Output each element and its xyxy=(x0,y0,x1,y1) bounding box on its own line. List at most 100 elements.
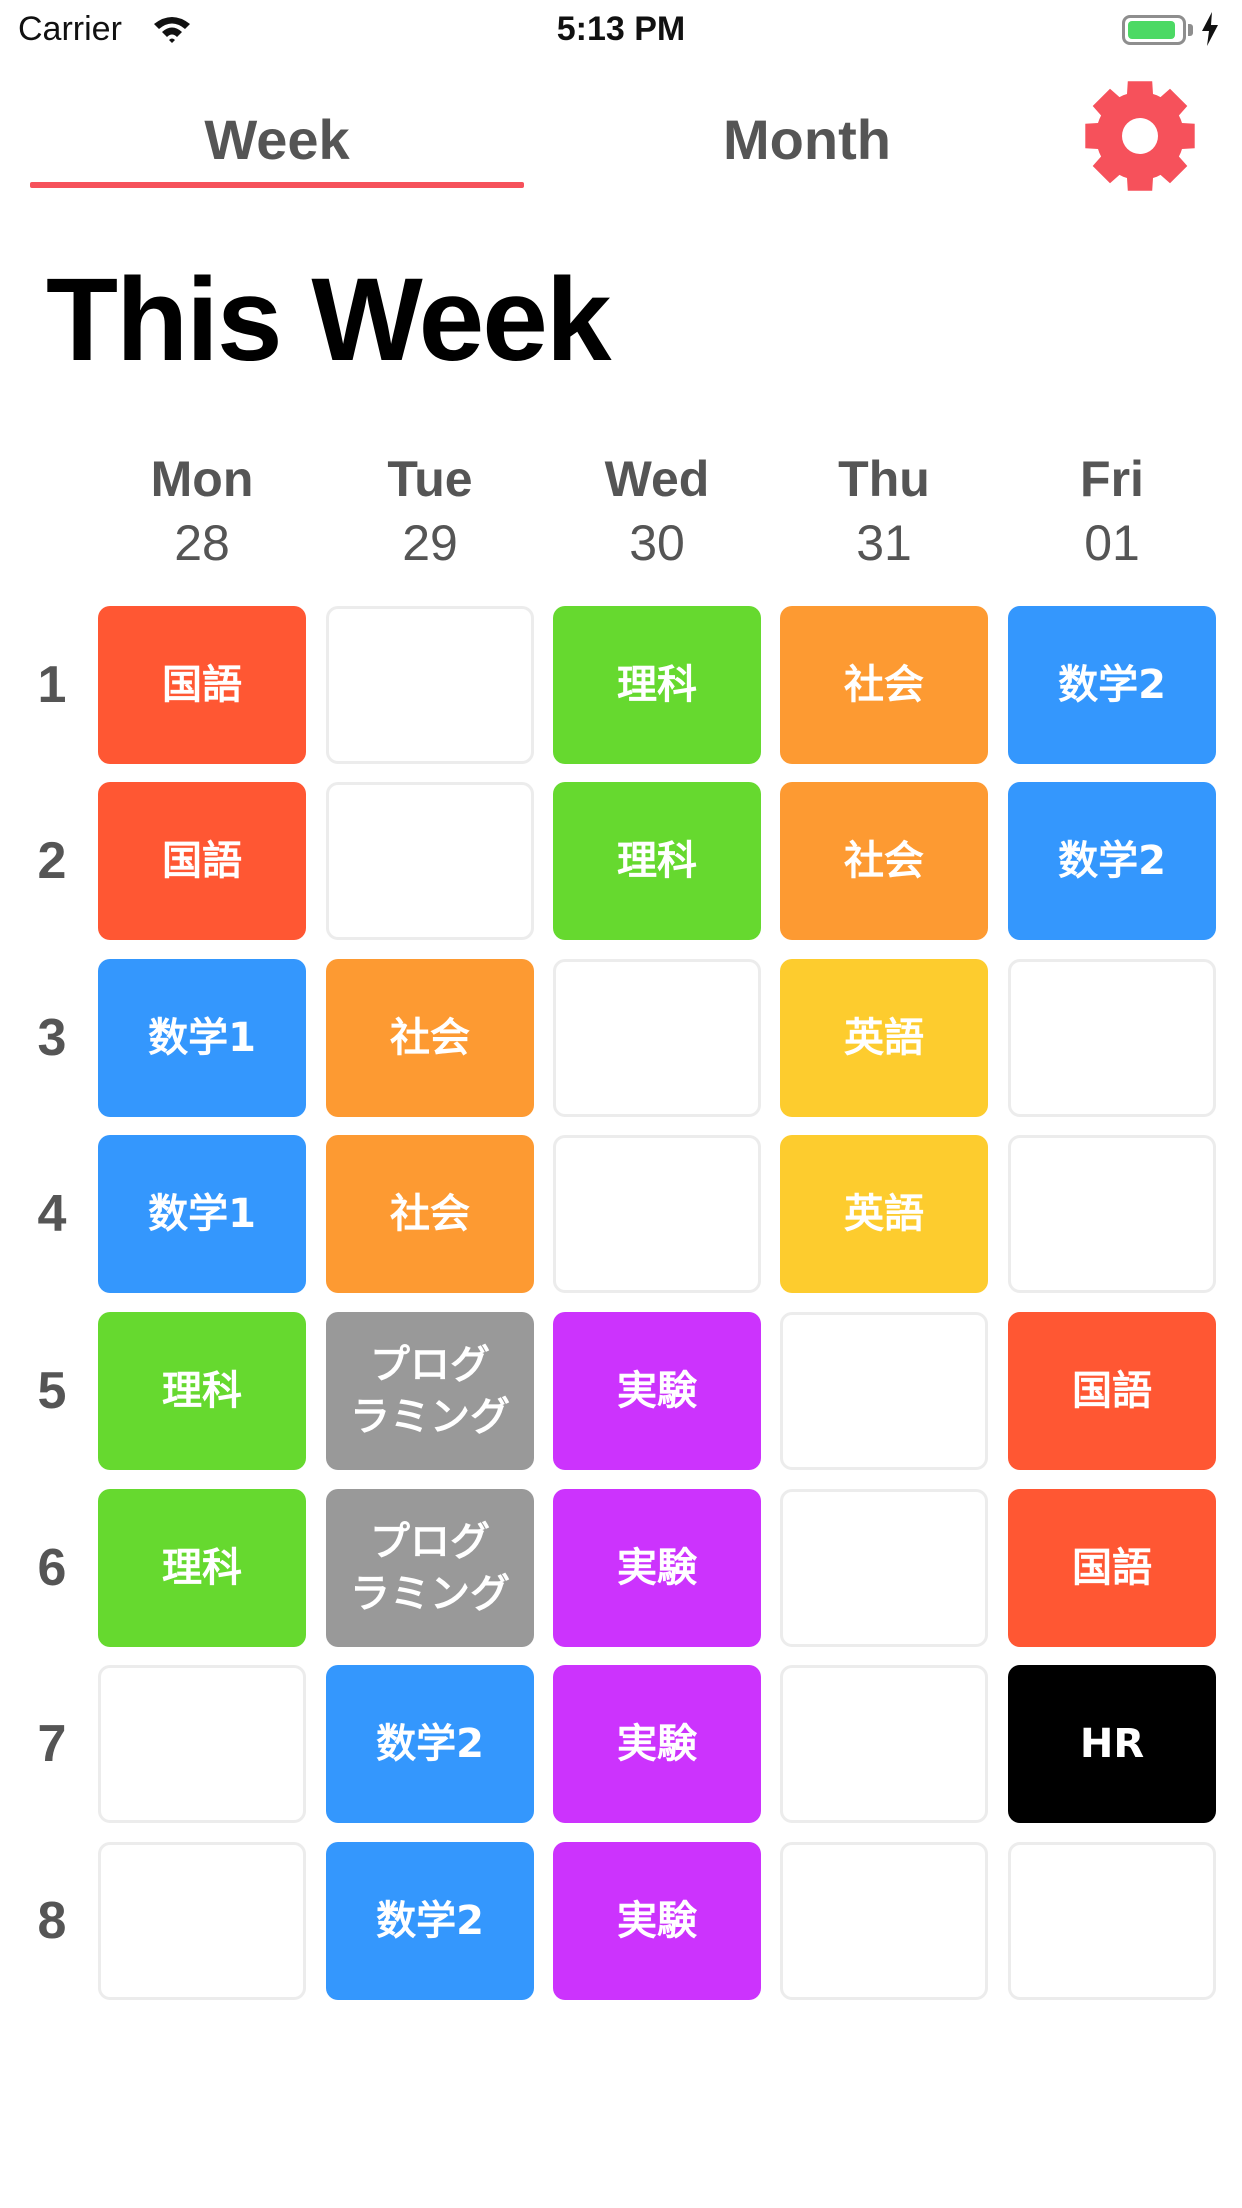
gear-icon xyxy=(1085,81,1195,191)
subject-label: 数学2 xyxy=(1058,662,1166,708)
subject-label: プログ ラミング xyxy=(350,1519,510,1617)
subject-label: 実験 xyxy=(617,1368,697,1414)
day-header-fri: Fri 01 xyxy=(1008,448,1216,576)
page-title: This Week xyxy=(46,254,611,386)
subject-label: 社会 xyxy=(844,838,924,884)
timetable-cell[interactable]: 数学2 xyxy=(326,1665,534,1823)
subject-label: 理科 xyxy=(617,662,697,708)
tab-week[interactable]: Week xyxy=(30,100,524,180)
timetable-cell[interactable]: プログ ラミング xyxy=(326,1489,534,1647)
tab-month[interactable]: Month xyxy=(560,100,1054,180)
timetable-cell[interactable]: 数学1 xyxy=(98,959,306,1117)
day-name: Fri xyxy=(1080,451,1144,507)
timetable-cell[interactable]: 理科 xyxy=(553,782,761,940)
timetable-cell[interactable]: 社会 xyxy=(780,606,988,764)
period-number: 2 xyxy=(37,832,67,890)
day-date: 30 xyxy=(629,515,685,571)
day-date: 31 xyxy=(856,515,912,571)
timetable-cell[interactable]: 国語 xyxy=(98,782,306,940)
timetable-cell-empty[interactable] xyxy=(98,1665,306,1823)
timetable-cell[interactable]: 理科 xyxy=(98,1312,306,1470)
timetable-cell[interactable]: 数学1 xyxy=(98,1135,306,1293)
timetable-cell[interactable]: 社会 xyxy=(326,1135,534,1293)
period-number: 7 xyxy=(37,1715,67,1773)
period-number: 5 xyxy=(37,1362,67,1420)
subject-label: 理科 xyxy=(162,1545,242,1591)
timetable-cell[interactable]: HR xyxy=(1008,1665,1216,1823)
timetable-cell[interactable]: 実験 xyxy=(553,1312,761,1470)
subject-label: 国語 xyxy=(1072,1545,1152,1591)
timetable-cell-empty[interactable] xyxy=(98,1842,306,2000)
timetable-cell[interactable]: 国語 xyxy=(1008,1489,1216,1647)
timetable-cell-empty[interactable] xyxy=(326,606,534,764)
subject-label: 理科 xyxy=(162,1368,242,1414)
subject-label: 実験 xyxy=(617,1898,697,1944)
subject-label: 実験 xyxy=(617,1545,697,1591)
battery-nub xyxy=(1188,24,1193,36)
timetable-cell-empty[interactable] xyxy=(1008,1842,1216,2000)
subject-label: 社会 xyxy=(844,662,924,708)
day-date: 01 xyxy=(1084,515,1140,571)
timetable-cell[interactable]: 社会 xyxy=(326,959,534,1117)
day-header-thu: Thu 31 xyxy=(780,448,988,576)
period-number: 3 xyxy=(37,1009,67,1067)
timetable-cell[interactable]: プログ ラミング xyxy=(326,1312,534,1470)
timetable-cell-empty[interactable] xyxy=(780,1312,988,1470)
period-number: 4 xyxy=(37,1185,67,1243)
timetable-cell-empty[interactable] xyxy=(1008,1135,1216,1293)
subject-label: 社会 xyxy=(390,1015,470,1061)
subject-label: 実験 xyxy=(617,1721,697,1767)
timetable-cell[interactable]: 理科 xyxy=(553,606,761,764)
timetable-cell[interactable]: 実験 xyxy=(553,1489,761,1647)
timetable-cell-empty[interactable] xyxy=(326,782,534,940)
timetable-cell[interactable]: 国語 xyxy=(98,606,306,764)
day-date: 28 xyxy=(174,515,230,571)
timetable-cell-empty[interactable] xyxy=(553,1135,761,1293)
period-number: 1 xyxy=(37,656,67,714)
subject-label: 数学2 xyxy=(376,1721,484,1767)
status-time: 5:13 PM xyxy=(556,10,686,48)
timetable-cell-empty[interactable] xyxy=(553,959,761,1117)
day-header-wed: Wed 30 xyxy=(553,448,761,576)
subject-label: 英語 xyxy=(844,1015,924,1061)
timetable-cell-empty[interactable] xyxy=(780,1665,988,1823)
timetable-cell[interactable]: 実験 xyxy=(553,1842,761,2000)
subject-label: 英語 xyxy=(844,1191,924,1237)
subject-label: 社会 xyxy=(390,1191,470,1237)
timetable-cell[interactable]: 実験 xyxy=(553,1665,761,1823)
day-name: Wed xyxy=(604,451,710,507)
timetable-cell[interactable]: 社会 xyxy=(780,782,988,940)
day-date: 29 xyxy=(402,515,458,571)
subject-label: 数学1 xyxy=(148,1191,256,1237)
subject-label: 国語 xyxy=(1072,1368,1152,1414)
battery-icon xyxy=(1122,15,1186,45)
day-name: Thu xyxy=(838,451,930,507)
charging-bolt-icon xyxy=(1200,12,1220,51)
settings-button[interactable] xyxy=(1082,78,1198,194)
subject-label: 数学2 xyxy=(376,1898,484,1944)
day-header-tue: Tue 29 xyxy=(326,448,534,576)
status-bar: Carrier 5:13 PM xyxy=(0,0,1242,60)
day-name: Mon xyxy=(150,451,254,507)
gear-hole xyxy=(1122,118,1158,154)
battery-level xyxy=(1128,21,1175,39)
subject-label: 数学1 xyxy=(148,1015,256,1061)
timetable-cell[interactable]: 英語 xyxy=(780,1135,988,1293)
period-number: 6 xyxy=(37,1539,67,1597)
tab-selection-indicator xyxy=(30,182,524,188)
timetable-cell[interactable]: 理科 xyxy=(98,1489,306,1647)
subject-label: 理科 xyxy=(617,838,697,884)
subject-label: 国語 xyxy=(162,662,242,708)
timetable-cell[interactable]: 数学2 xyxy=(326,1842,534,2000)
day-name: Tue xyxy=(387,451,473,507)
timetable-cell[interactable]: 国語 xyxy=(1008,1312,1216,1470)
subject-label: プログ ラミング xyxy=(350,1342,510,1440)
timetable-cell-empty[interactable] xyxy=(1008,959,1216,1117)
day-header-mon: Mon 28 xyxy=(98,448,306,576)
timetable-cell[interactable]: 数学2 xyxy=(1008,606,1216,764)
timetable-cell-empty[interactable] xyxy=(780,1842,988,2000)
timetable-cell[interactable]: 英語 xyxy=(780,959,988,1117)
subject-label: 数学2 xyxy=(1058,838,1166,884)
timetable-cell-empty[interactable] xyxy=(780,1489,988,1647)
timetable-cell[interactable]: 数学2 xyxy=(1008,782,1216,940)
